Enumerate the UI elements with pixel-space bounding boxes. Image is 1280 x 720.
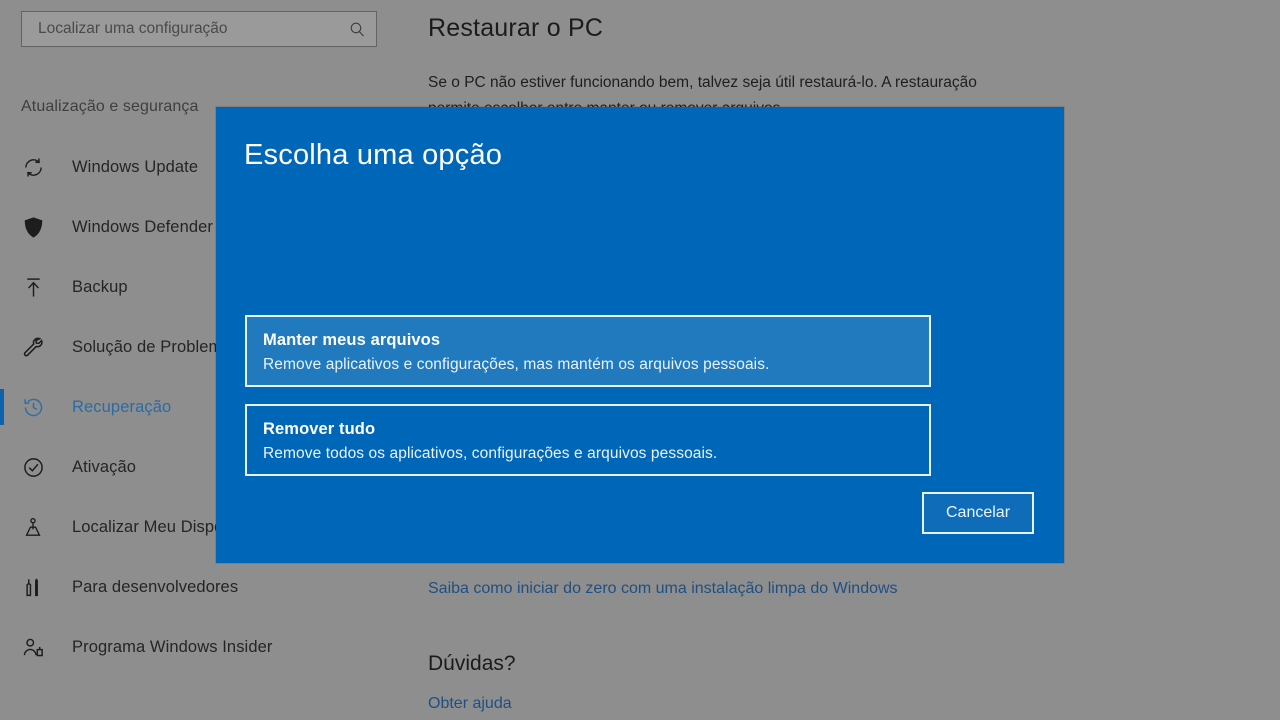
- option-keep-my-files[interactable]: Manter meus arquivos Remove aplicativos …: [245, 315, 931, 387]
- sidebar-item-label: Backup: [72, 277, 128, 296]
- selection-indicator: [0, 329, 4, 365]
- sidebar-item-para-desenvolvedores[interactable]: Para desenvolvedores: [0, 557, 400, 617]
- sidebar-item-label: Ativação: [72, 457, 137, 476]
- sidebar-item-label: Programa Windows Insider: [72, 637, 273, 656]
- selection-indicator: [0, 449, 4, 485]
- find-device-icon: [16, 512, 50, 542]
- refresh-icon: [16, 152, 50, 182]
- selection-indicator: [0, 209, 4, 245]
- selection-indicator: [0, 569, 4, 605]
- tools-icon: [16, 572, 50, 602]
- choose-option-dialog: Escolha uma opção Manter meus arquivos R…: [216, 107, 1064, 563]
- clean-install-link[interactable]: Saiba como iniciar do zero com uma insta…: [428, 580, 898, 598]
- option-title: Remover tudo: [263, 420, 376, 438]
- upload-arrow-icon: [16, 272, 50, 302]
- check-circle-icon: [16, 452, 50, 482]
- option-subtitle: Remove aplicativos e configurações, mas …: [263, 356, 770, 373]
- option-subtitle: Remove todos os aplicativos, configuraçõ…: [263, 445, 718, 462]
- sidebar-category-label: Atualização e segurança: [21, 98, 199, 115]
- shield-icon: [16, 212, 50, 242]
- person-insider-icon: [16, 632, 50, 662]
- sidebar-item-label: Solução de Problemas: [72, 337, 241, 356]
- search-icon[interactable]: [346, 18, 368, 40]
- sidebar-item-label: Recuperação: [72, 397, 172, 416]
- sidebar-item-label: Windows Update: [72, 157, 199, 176]
- sidebar-item-label: Para desenvolvedores: [72, 577, 239, 596]
- selection-indicator: [0, 629, 4, 665]
- cancel-button[interactable]: Cancelar: [922, 492, 1034, 534]
- selection-indicator: [0, 269, 4, 305]
- sidebar-item-programa-windows-insider[interactable]: Programa Windows Insider: [0, 617, 400, 677]
- search-input[interactable]: [38, 20, 346, 38]
- selection-indicator: [0, 149, 4, 185]
- history-clock-icon: [16, 392, 50, 422]
- sidebar-item-label: Windows Defender: [72, 217, 213, 236]
- option-remove-everything[interactable]: Remover tudo Remove todos os aplicativos…: [245, 404, 931, 476]
- selection-indicator: [0, 389, 4, 425]
- selection-indicator: [0, 509, 4, 545]
- dialog-title: Escolha uma opção: [244, 139, 503, 171]
- get-help-link[interactable]: Obter ajuda: [428, 695, 512, 713]
- option-title: Manter meus arquivos: [263, 331, 441, 349]
- wrench-icon: [16, 332, 50, 362]
- page-title: Restaurar o PC: [428, 14, 604, 42]
- search-box[interactable]: [21, 11, 377, 47]
- doubts-heading: Dúvidas?: [428, 652, 516, 675]
